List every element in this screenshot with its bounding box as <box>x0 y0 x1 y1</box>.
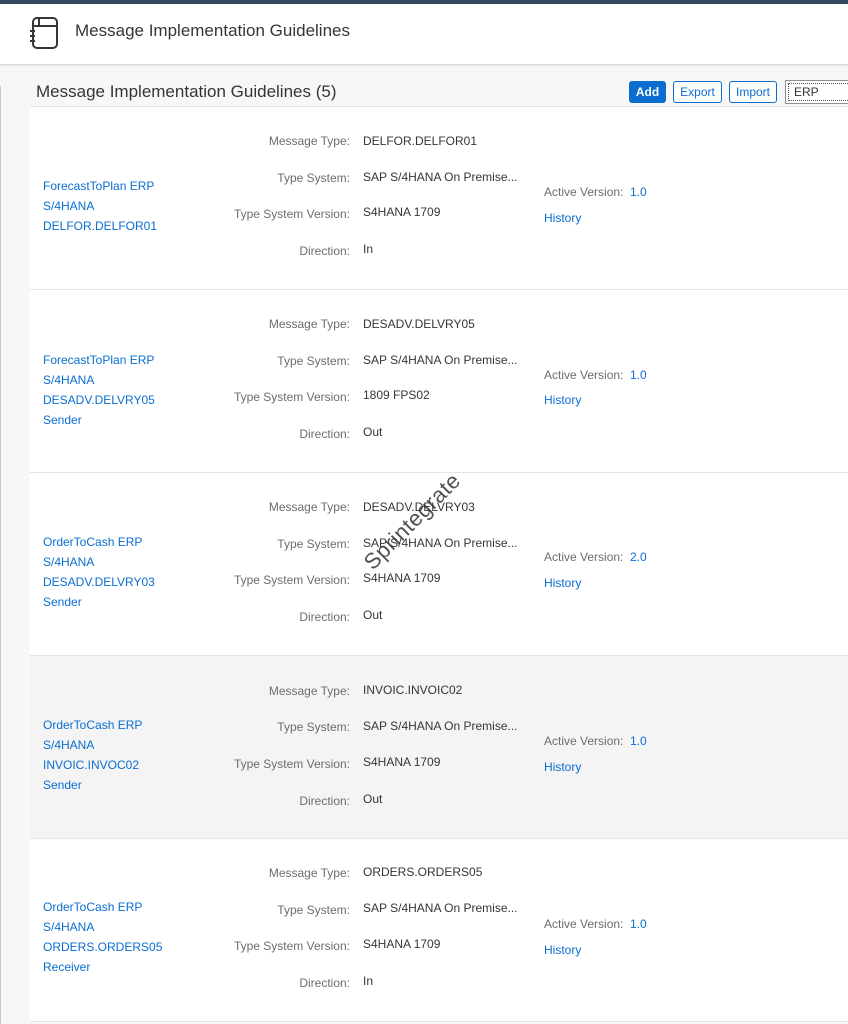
mig-name-line[interactable]: DESADV.DELVRY03 <box>43 572 233 592</box>
mig-name-link[interactable]: OrderToCash ERP S/4HANA ORDERS.ORDERS05 … <box>43 897 233 977</box>
mig-name-link[interactable]: OrderToCash ERP S/4HANA DESADV.DELVRY03 … <box>43 532 233 612</box>
mig-name-line[interactable]: OrderToCash ERP <box>43 897 233 917</box>
mig-name-line[interactable]: OrderToCash ERP <box>43 715 233 735</box>
type-system-value: SAP S/4HANA On Premise... <box>363 536 518 550</box>
mig-name-line[interactable]: ORDERS.ORDERS05 <box>43 937 233 957</box>
type-system-value: SAP S/4HANA On Premise... <box>363 353 518 367</box>
direction-label: Direction: <box>299 427 350 441</box>
active-version-link[interactable]: 2.0 <box>630 550 647 564</box>
direction-label: Direction: <box>299 610 350 624</box>
type-system-label: Type System: <box>277 171 350 185</box>
direction-value: In <box>363 242 374 256</box>
active-version-label: Active Version: <box>544 917 624 931</box>
direction-value: Out <box>363 425 383 439</box>
mig-name-line[interactable]: S/4HANA <box>43 196 233 216</box>
mig-name-line[interactable]: S/4HANA <box>43 552 233 572</box>
mig-list: ForecastToPlan ERP S/4HANA DELFOR.DELFOR… <box>30 107 848 1022</box>
mig-name-line[interactable]: Sender <box>43 410 233 430</box>
mig-name-line[interactable]: DELFOR.DELFOR01 <box>43 216 233 236</box>
mig-name-line[interactable]: S/4HANA <box>43 917 233 937</box>
type-system-value: SAP S/4HANA On Premise... <box>363 170 518 184</box>
type-system-label: Type System: <box>277 903 350 917</box>
message-type-label: Message Type: <box>268 317 350 331</box>
message-type-label: Message Type: <box>268 684 350 698</box>
list-item[interactable]: ForecastToPlan ERP S/4HANA DELFOR.DELFOR… <box>30 107 848 290</box>
direction-value: Out <box>363 608 383 622</box>
message-type-label: Message Type: <box>268 866 350 880</box>
message-type-label: Message Type: <box>268 500 350 514</box>
export-button[interactable]: Export <box>673 81 722 103</box>
search-input[interactable] <box>785 80 848 104</box>
history-link[interactable]: History <box>544 211 581 225</box>
direction-label: Direction: <box>299 976 350 990</box>
active-version-label: Active Version: <box>544 734 624 748</box>
type-system-label: Type System: <box>277 354 350 368</box>
active-version-label: Active Version: <box>544 368 624 382</box>
message-type-value: DELFOR.DELFOR01 <box>363 134 478 148</box>
mig-name-line[interactable]: ForecastToPlan ERP <box>43 350 233 370</box>
active-version-label: Active Version: <box>544 550 624 564</box>
message-type-value: INVOIC.INVOIC02 <box>363 683 463 697</box>
type-system-version-label: Type System Version: <box>233 757 350 771</box>
mig-name-line[interactable]: Sender <box>43 775 233 795</box>
active-version-link[interactable]: 1.0 <box>630 734 647 748</box>
direction-label: Direction: <box>299 794 350 808</box>
mig-name-line[interactable]: INVOIC.INVOC02 <box>43 755 233 775</box>
message-type-value: DESADV.DELVRY05 <box>363 317 475 331</box>
mig-name-link[interactable]: OrderToCash ERP S/4HANA INVOIC.INVOC02 S… <box>43 715 233 795</box>
direction-value: In <box>363 974 374 988</box>
mig-name-line[interactable]: ForecastToPlan ERP <box>43 176 233 196</box>
mig-name-line[interactable]: S/4HANA <box>43 735 233 755</box>
mig-name-line[interactable]: DESADV.DELVRY05 <box>43 390 233 410</box>
mig-name-line[interactable]: S/4HANA <box>43 370 233 390</box>
type-system-value: SAP S/4HANA On Premise... <box>363 719 518 733</box>
left-divider <box>0 86 1 1024</box>
type-system-version-value: S4HANA 1709 <box>363 571 441 585</box>
type-system-version-label: Type System Version: <box>233 573 350 587</box>
active-version-label: Active Version: <box>544 185 624 199</box>
active-version-link[interactable]: 1.0 <box>630 917 647 931</box>
list-item[interactable]: ForecastToPlan ERP S/4HANA DESADV.DELVRY… <box>30 290 848 473</box>
direction-value: Out <box>363 792 383 806</box>
direction-label: Direction: <box>299 244 350 258</box>
type-system-version-value: 1809 FPS02 <box>363 388 430 402</box>
type-system-version-value: S4HANA 1709 <box>363 205 441 219</box>
active-version-link[interactable]: 1.0 <box>630 368 647 382</box>
message-type-value: ORDERS.ORDERS05 <box>363 865 483 879</box>
type-system-value: SAP S/4HANA On Premise... <box>363 901 518 915</box>
add-button[interactable]: Add <box>629 81 666 103</box>
type-system-label: Type System: <box>277 537 350 551</box>
list-item[interactable]: OrderToCash ERP S/4HANA INVOIC.INVOC02 S… <box>30 656 848 839</box>
type-system-version-value: S4HANA 1709 <box>363 755 441 769</box>
list-item[interactable]: OrderToCash ERP S/4HANA DESADV.DELVRY03 … <box>30 473 848 656</box>
import-button[interactable]: Import <box>729 81 777 103</box>
app-title: Message Implementation Guidelines <box>75 21 350 40</box>
type-system-label: Type System: <box>277 720 350 734</box>
mig-name-link[interactable]: ForecastToPlan ERP S/4HANA DESADV.DELVRY… <box>43 350 233 430</box>
list-header-toolbar: Message Implementation Guidelines (5) Ad… <box>30 70 848 107</box>
history-link[interactable]: History <box>544 760 581 774</box>
message-type-label: Message Type: <box>268 134 350 148</box>
history-link[interactable]: History <box>544 576 581 590</box>
type-system-version-value: S4HANA 1709 <box>363 937 441 951</box>
history-link[interactable]: History <box>544 943 581 957</box>
mig-name-line[interactable]: OrderToCash ERP <box>43 532 233 552</box>
message-type-value: DESADV.DELVRY03 <box>363 500 475 514</box>
mig-name-line[interactable]: Receiver <box>43 957 233 977</box>
type-system-version-label: Type System Version: <box>233 207 350 221</box>
history-link[interactable]: History <box>544 393 581 407</box>
type-system-version-label: Type System Version: <box>233 939 350 953</box>
mig-name-line[interactable]: Sender <box>43 592 233 612</box>
type-system-version-label: Type System Version: <box>233 390 350 404</box>
mig-name-link[interactable]: ForecastToPlan ERP S/4HANA DELFOR.DELFOR… <box>43 176 233 236</box>
list-title: Message Implementation Guidelines (5) <box>36 82 337 101</box>
notebook-icon <box>30 17 58 49</box>
list-item[interactable]: OrderToCash ERP S/4HANA ORDERS.ORDERS05 … <box>30 839 848 1022</box>
shell-bar: Message Implementation Guidelines <box>0 4 848 65</box>
active-version-link[interactable]: 1.0 <box>630 185 647 199</box>
